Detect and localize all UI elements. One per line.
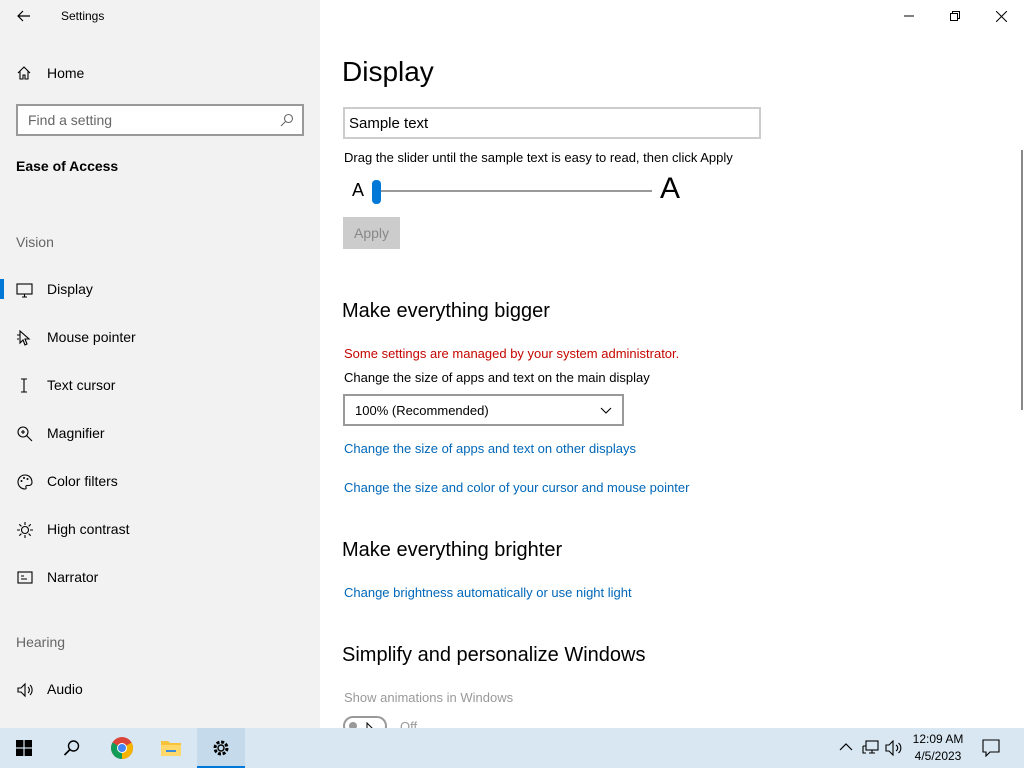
notification-icon[interactable]	[982, 739, 1000, 757]
windows-logo-icon	[16, 740, 32, 756]
group-label-vision: Vision	[16, 234, 54, 250]
link-cursor-settings[interactable]: Change the size and color of your cursor…	[344, 480, 689, 495]
search-box	[16, 104, 304, 136]
group-label-hearing: Hearing	[16, 634, 66, 650]
file-explorer-taskbar-button[interactable]	[147, 728, 195, 768]
scrollbar[interactable]	[1021, 150, 1023, 410]
minimize-button[interactable]	[886, 0, 932, 32]
slider-large-label: A	[660, 172, 681, 205]
sidebar-item-mouse-pointer[interactable]: Mouse pointer	[0, 319, 320, 355]
search-icon	[63, 740, 80, 756]
sidebar-item-label: Display	[47, 281, 93, 297]
restore-button[interactable]	[932, 0, 978, 32]
audio-icon	[17, 682, 33, 698]
magnifier-icon	[17, 426, 33, 442]
settings-taskbar-button[interactable]	[197, 728, 245, 768]
search-icon[interactable]	[280, 113, 294, 127]
taskbar-clock[interactable]: 12:09 AM 4/5/2023	[900, 731, 976, 765]
taskbar: 12:09 AM 4/5/2023	[0, 728, 1024, 768]
chrome-icon	[111, 737, 133, 759]
animations-toggle[interactable]	[343, 716, 387, 728]
home-icon	[17, 66, 31, 80]
heading-make-bigger: Make everything bigger	[342, 300, 550, 322]
heading-simplify: Simplify and personalize Windows	[342, 644, 646, 666]
sidebar-item-label: High contrast	[47, 521, 130, 537]
sidebar-item-color-filters[interactable]: Color filters	[0, 463, 320, 499]
sidebar-item-label: Text cursor	[47, 377, 116, 393]
chevron-up-icon[interactable]	[839, 741, 853, 753]
high-contrast-icon	[17, 522, 33, 538]
slider-small-label: A	[352, 180, 365, 200]
heading-make-brighter: Make everything brighter	[342, 539, 563, 561]
clock-time: 12:09 AM	[912, 732, 964, 746]
mouse-pointer-icon	[17, 329, 31, 346]
sidebar-item-label: Color filters	[47, 473, 118, 489]
network-icon[interactable]	[862, 740, 880, 756]
gear-icon	[213, 740, 229, 756]
animations-label: Show animations in Windows	[344, 690, 514, 705]
display-icon	[16, 283, 33, 298]
minimize-icon	[904, 15, 914, 17]
restore-icon	[950, 11, 960, 21]
animations-state: Off	[400, 719, 418, 728]
link-brightness[interactable]: Change brightness automatically or use n…	[344, 585, 632, 600]
color-filters-icon	[17, 474, 33, 490]
chevron-down-icon	[600, 407, 612, 414]
sidebar-item-home[interactable]: Home	[0, 56, 320, 90]
slider-instruction: Drag the slider until the sample text is…	[344, 150, 733, 165]
sidebar-item-label: Magnifier	[47, 425, 105, 441]
sidebar-item-magnifier[interactable]: Magnifier	[0, 415, 320, 451]
text-size-slider-thumb[interactable]	[372, 180, 381, 204]
chrome-taskbar-button[interactable]	[98, 728, 146, 768]
main-content: Display Sample text Drag the slider unti…	[320, 0, 1024, 728]
sidebar-item-audio[interactable]: Audio	[0, 671, 320, 707]
sidebar-item-display[interactable]: Display	[0, 271, 320, 307]
close-button[interactable]	[978, 0, 1024, 32]
app-title: Settings	[61, 9, 105, 23]
admin-warning: Some settings are managed by your system…	[344, 346, 680, 361]
sidebar-item-label: Home	[47, 65, 85, 81]
close-icon	[995, 10, 1007, 22]
clock-date: 4/5/2023	[914, 749, 962, 763]
narrator-icon	[17, 571, 33, 584]
back-arrow-icon	[17, 10, 30, 22]
link-other-displays[interactable]: Change the size of apps and text on othe…	[344, 441, 636, 456]
text-size-slider-track[interactable]	[374, 190, 652, 192]
start-button[interactable]	[0, 728, 48, 768]
sidebar-item-high-contrast[interactable]: High contrast	[0, 511, 320, 547]
text-cursor-icon	[21, 378, 27, 393]
sidebar-item-label: Narrator	[47, 569, 99, 585]
sample-text-box: Sample text	[343, 107, 761, 139]
page-title: Display	[342, 56, 434, 87]
taskbar-search-button[interactable]	[48, 728, 96, 768]
apply-button[interactable]: Apply	[343, 217, 400, 249]
scale-dropdown-value: 100% (Recommended)	[355, 402, 489, 418]
folder-icon	[161, 741, 181, 756]
scale-label: Change the size of apps and text on the …	[344, 370, 650, 385]
sidebar-item-narrator[interactable]: Narrator	[0, 559, 320, 595]
sidebar-item-label: Audio	[47, 681, 83, 697]
back-button[interactable]	[10, 4, 38, 28]
search-input[interactable]	[18, 112, 268, 128]
window-controls	[886, 0, 1024, 32]
sidebar-item-text-cursor[interactable]: Text cursor	[0, 367, 320, 403]
sidebar: Settings Home Ease of Access Vision Disp…	[0, 0, 320, 728]
sidebar-item-label: Mouse pointer	[47, 329, 136, 345]
scale-dropdown[interactable]: 100% (Recommended)	[343, 394, 624, 426]
title-bar-left: Settings	[0, 0, 320, 32]
section-title: Ease of Access	[16, 158, 119, 174]
